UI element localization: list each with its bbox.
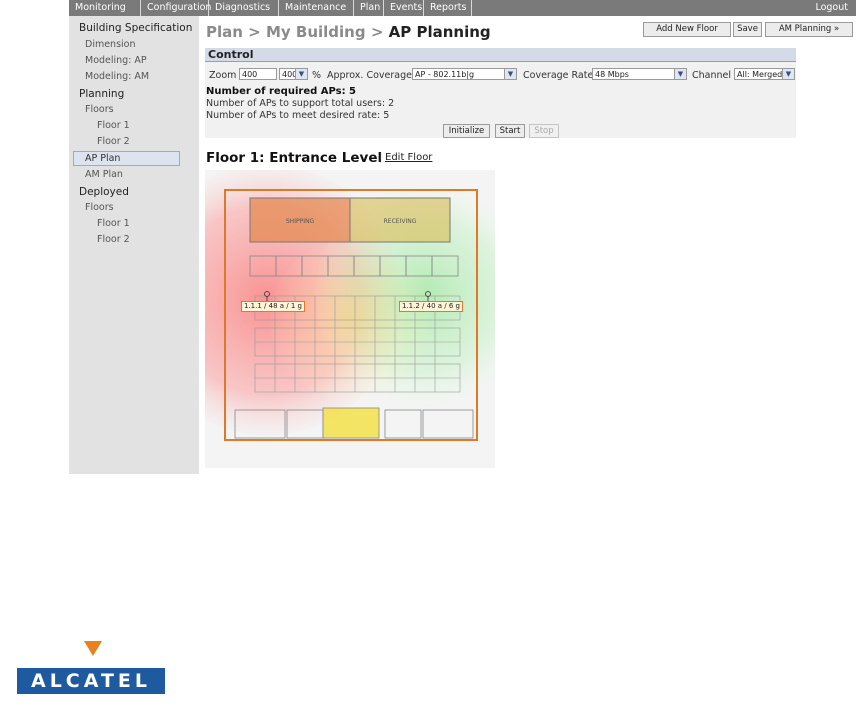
tab-diagnostics[interactable]: Diagnostics	[209, 0, 279, 16]
breadcrumb-separator: >	[248, 23, 261, 41]
alcatel-logo: ALCATEL	[17, 668, 165, 694]
tab-events[interactable]: Events	[384, 0, 424, 16]
zoom-label: Zoom	[209, 70, 237, 81]
sidebar-item-deployed-floor-2[interactable]: Floor 2	[97, 234, 130, 245]
sidebar-item-deployed-floor-1[interactable]: Floor 1	[97, 218, 130, 229]
room-bottom-center	[322, 407, 380, 439]
am-planning-button[interactable]: AM Planning »	[765, 22, 853, 37]
percent-label: %	[312, 70, 322, 81]
sidebar-item-floor-2[interactable]: Floor 2	[97, 136, 130, 147]
tab-maintenance[interactable]: Maintenance	[279, 0, 354, 16]
room-label-shipping: SHIPPING	[286, 218, 315, 225]
chevron-down-icon: ▼	[504, 69, 516, 79]
room-label-receiving: RECEIVING	[384, 218, 417, 225]
zoom-input[interactable]: 400	[239, 68, 277, 80]
floor-map[interactable]: SHIPPING RECEIVING 1.1.1 / 48 a / 1 g 1.…	[132, 165, 535, 468]
coverage-rate-label: Coverage Rate	[523, 70, 594, 81]
start-button[interactable]: Start	[495, 124, 525, 138]
sidebar-item-deployed-floors[interactable]: Floors	[85, 202, 114, 213]
coverage-label: Approx. Coverage	[327, 70, 412, 81]
breadcrumb: Plan > My Building > AP Planning	[206, 23, 491, 41]
sidebar-item-floors[interactable]: Floors	[85, 104, 114, 115]
initialize-button[interactable]: Initialize	[443, 124, 490, 138]
tab-plan[interactable]: Plan	[354, 0, 384, 16]
sidebar: Building Specification Dimension Modelin…	[69, 16, 199, 474]
floor-title: Floor 1: Entrance Level	[206, 150, 383, 166]
logout-link[interactable]: Logout	[815, 0, 848, 16]
edit-floor-link[interactable]: Edit Floor	[385, 152, 432, 163]
coverage-rate-value: 48 Mbps	[595, 70, 629, 79]
title-separator: |	[379, 152, 383, 163]
tab-monitoring[interactable]: Monitoring	[69, 0, 141, 16]
required-aps-text: Number of required APs: 5	[206, 86, 357, 97]
logo-triangle-icon	[84, 641, 102, 656]
breadcrumb-building[interactable]: My Building	[266, 23, 366, 41]
zoom-select[interactable]: 400 ▼	[279, 68, 308, 80]
sidebar-item-modeling-ap[interactable]: Modeling: AP	[85, 55, 147, 66]
aps-users-text: Number of APs to support total users: 2	[206, 98, 395, 109]
coverage-select-value: AP - 802.11b|g	[415, 70, 475, 79]
sidebar-heading-planning[interactable]: Planning	[79, 88, 124, 100]
channel-select[interactable]: All: Merged ▼	[734, 68, 795, 80]
channel-label: Channel	[692, 70, 732, 81]
save-button[interactable]: Save	[733, 22, 762, 37]
sidebar-item-am-plan[interactable]: AM Plan	[85, 169, 123, 180]
sidebar-heading-deployed[interactable]: Deployed	[79, 186, 129, 198]
coverage-select[interactable]: AP - 802.11b|g ▼	[412, 68, 517, 80]
sidebar-item-floor-1[interactable]: Floor 1	[97, 120, 130, 131]
chevron-down-icon: ▼	[674, 69, 686, 79]
sidebar-item-ap-plan[interactable]: AP Plan	[73, 151, 180, 166]
channel-select-value: All: Merged	[737, 70, 783, 79]
breadcrumb-plan[interactable]: Plan	[206, 23, 243, 41]
aps-rate-text: Number of APs to meet desired rate: 5	[206, 110, 390, 121]
chevron-down-icon: ▼	[782, 69, 794, 79]
sidebar-item-modeling-am[interactable]: Modeling: AM	[85, 71, 149, 82]
stop-button[interactable]: Stop	[529, 124, 559, 138]
sidebar-item-dimension[interactable]: Dimension	[85, 39, 136, 50]
ap-label-2[interactable]: 1.1.2 / 40 a / 6 g	[399, 301, 463, 312]
top-nav: Monitoring Configuration Diagnostics Mai…	[69, 0, 856, 16]
tab-configuration[interactable]: Configuration	[141, 0, 211, 16]
breadcrumb-separator: >	[370, 23, 384, 41]
ap-label-1[interactable]: 1.1.1 / 48 a / 1 g	[241, 301, 305, 312]
chevron-down-icon: ▼	[295, 69, 307, 79]
page-title: AP Planning	[388, 23, 491, 41]
tab-reports[interactable]: Reports	[424, 0, 472, 16]
add-new-floor-button[interactable]: Add New Floor	[643, 22, 731, 37]
control-title: Control	[205, 48, 796, 62]
sidebar-heading-building-spec[interactable]: Building Specification	[79, 22, 192, 34]
coverage-rate-select[interactable]: 48 Mbps ▼	[592, 68, 687, 80]
control-panel: Control Zoom 400 400 ▼ % Approx. Coverag…	[205, 48, 796, 138]
main-content: Plan > My Building > AP Planning Add New…	[132, 16, 856, 474]
floor-plan-svg: SHIPPING RECEIVING	[132, 165, 535, 468]
